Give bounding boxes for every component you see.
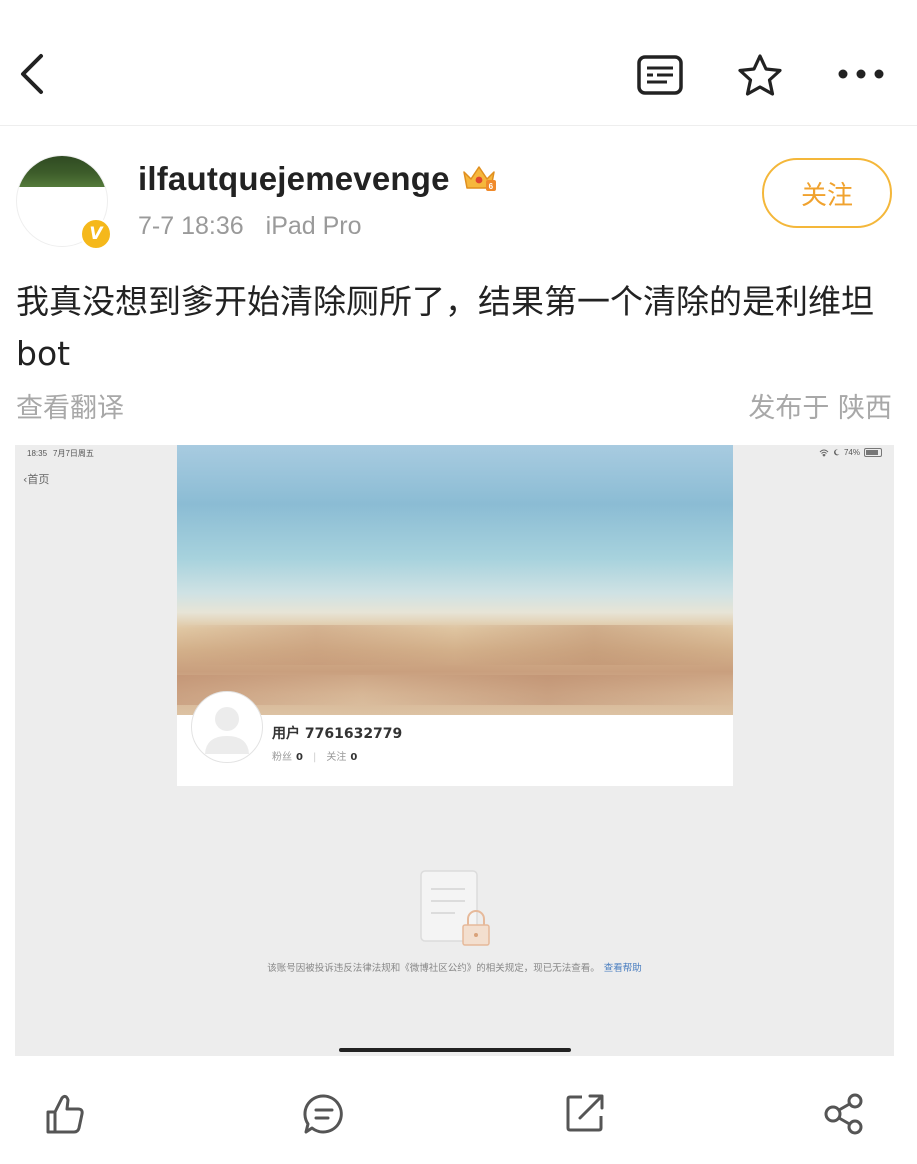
fans-count: 0 bbox=[296, 752, 303, 763]
comment-icon[interactable] bbox=[302, 1092, 346, 1140]
more-horizontal-icon[interactable] bbox=[836, 62, 886, 86]
status-date: 7月7日周五 bbox=[53, 449, 94, 458]
profile-cover bbox=[177, 445, 733, 715]
crown-badge-icon: 6 bbox=[463, 166, 497, 191]
locked-document-icon bbox=[419, 869, 493, 951]
chevron-left-icon[interactable] bbox=[12, 52, 52, 96]
author-username-text[interactable]: ilfautquejemevenge bbox=[138, 160, 450, 197]
top-nav-bar bbox=[0, 0, 917, 126]
battery-percent: 74% bbox=[843, 448, 860, 457]
fans-label: 粉丝 bbox=[272, 752, 292, 763]
post-meta: 7-7 18:36 iPad Pro bbox=[138, 212, 362, 241]
post-location: 发布于 陕西 bbox=[748, 393, 892, 424]
post-image[interactable]: 18:357月7日周五 ••• 74% ‹首页 用户 7761632779 粉丝… bbox=[15, 445, 894, 1056]
default-avatar bbox=[191, 691, 263, 763]
star-icon[interactable] bbox=[736, 52, 784, 98]
battery-icon bbox=[864, 448, 882, 457]
post-text: 我真没想到爹开始清除厕所了，结果第一个清除的是利维坦 bot bbox=[16, 282, 874, 373]
verified-badge: V bbox=[80, 218, 112, 250]
author-username[interactable]: ilfautquejemevenge 6 bbox=[138, 160, 497, 198]
status-bar-right: 74% bbox=[819, 448, 882, 457]
repost-icon[interactable] bbox=[564, 1092, 606, 1138]
profile-card: 用户 7761632779 粉丝 0 | 关注 0 bbox=[177, 445, 733, 786]
home-back-label: 首页 bbox=[27, 473, 50, 486]
share-icon[interactable] bbox=[822, 1092, 866, 1140]
post-device: iPad Pro bbox=[265, 212, 362, 240]
wifi-icon bbox=[819, 449, 829, 457]
home-back-link[interactable]: ‹首页 bbox=[23, 471, 49, 487]
profile-username: 用户 7761632779 bbox=[272, 726, 403, 742]
following-label: 关注 bbox=[326, 752, 347, 763]
thumbs-up-icon[interactable] bbox=[44, 1092, 86, 1140]
home-indicator bbox=[339, 1048, 571, 1052]
help-link[interactable]: 查看帮助 bbox=[604, 963, 642, 974]
post-time: 7-7 18:36 bbox=[138, 212, 244, 240]
translate-link[interactable]: 查看翻译 bbox=[16, 386, 124, 425]
svg-text:6: 6 bbox=[489, 182, 494, 191]
profile-stats: 粉丝 0 | 关注 0 bbox=[272, 752, 358, 763]
following-count: 0 bbox=[350, 752, 358, 763]
status-bar-left: 18:35 7月7日周五 bbox=[27, 448, 94, 459]
reader-mode-icon[interactable] bbox=[636, 54, 684, 96]
status-time: 18:35 bbox=[27, 449, 48, 458]
moon-icon bbox=[833, 449, 840, 456]
account-blocked-notice: 该账号因被投诉违反法律法规和《微博社区公约》的相关规定，现已无法查看。 查看帮助 bbox=[15, 960, 894, 974]
notice-text: 该账号因被投诉违反法律法规和《微博社区公约》的相关规定，现已无法查看。 bbox=[267, 963, 600, 974]
follow-button[interactable]: 关注 bbox=[762, 158, 892, 228]
